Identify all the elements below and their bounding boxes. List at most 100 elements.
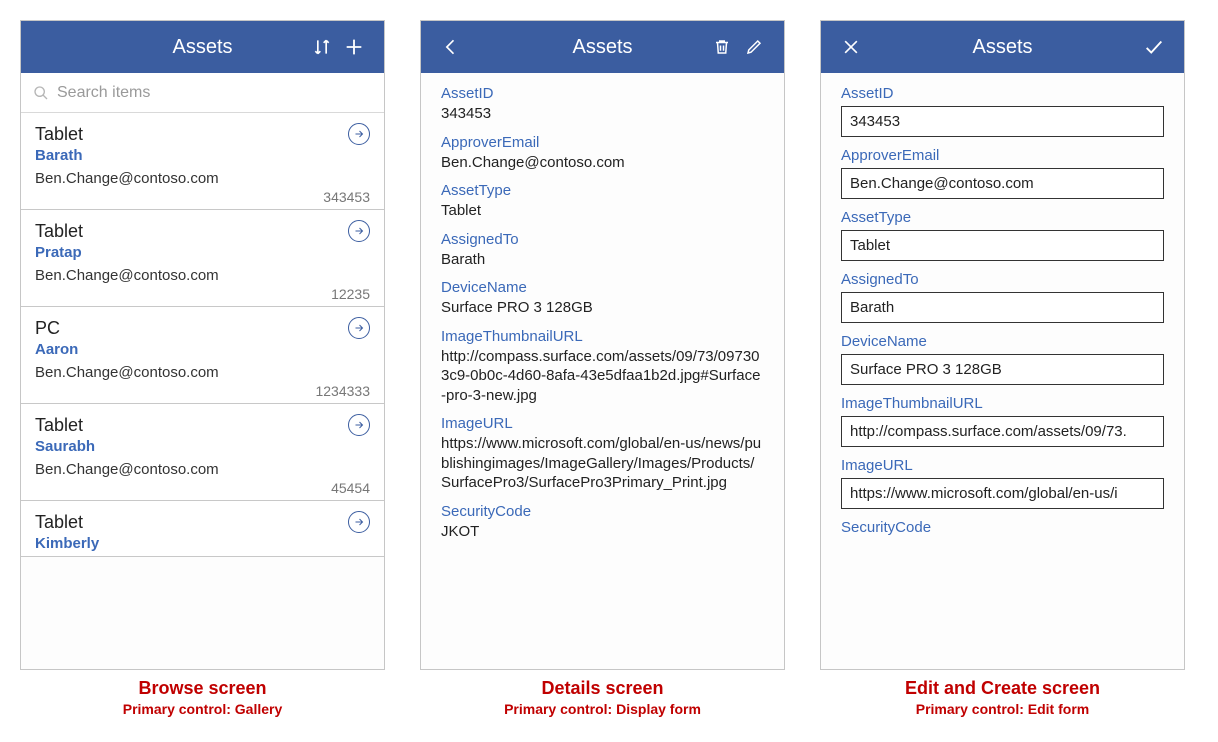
item-assigned: Kimberly bbox=[35, 535, 370, 552]
caption-title: Details screen bbox=[504, 678, 701, 699]
item-id: 343453 bbox=[35, 189, 370, 205]
field-label: AssetType bbox=[841, 209, 1164, 226]
details-screen: Assets AssetID 343453 ApproverEmail Ben.… bbox=[420, 20, 785, 670]
approveremail-input[interactable] bbox=[841, 168, 1164, 199]
field-label: DeviceName bbox=[441, 279, 764, 296]
field-value: http://compass.surface.com/assets/09/73/… bbox=[441, 347, 764, 406]
edit-title: Assets bbox=[867, 36, 1138, 59]
item-type: Tablet bbox=[35, 124, 83, 145]
caption-title: Browse screen bbox=[123, 678, 283, 699]
caption-title: Edit and Create screen bbox=[905, 678, 1100, 699]
list-item[interactable]: Tablet Kimberly bbox=[21, 501, 384, 557]
item-type: PC bbox=[35, 318, 60, 339]
item-assigned: Pratap bbox=[35, 244, 370, 261]
cancel-icon[interactable] bbox=[835, 31, 867, 63]
edit-form: AssetID ApproverEmail AssetType Assigned… bbox=[821, 73, 1184, 669]
search-icon bbox=[33, 85, 49, 101]
imageurl-input[interactable] bbox=[841, 478, 1164, 509]
edit-field: ImageURL bbox=[841, 457, 1164, 509]
field-value: https://www.microsoft.com/global/en-us/n… bbox=[441, 434, 764, 493]
search-bar[interactable] bbox=[21, 73, 384, 113]
devicename-input[interactable] bbox=[841, 354, 1164, 385]
field-label: AssetType bbox=[441, 182, 764, 199]
edit-field: AssetID bbox=[841, 85, 1164, 137]
detail-field: ApproverEmail Ben.Change@contoso.com bbox=[441, 134, 764, 173]
list-item[interactable]: Tablet Saurabh Ben.Change@contoso.com 45… bbox=[21, 404, 384, 501]
field-label: ImageThumbnailURL bbox=[441, 328, 764, 345]
detail-field: AssetID 343453 bbox=[441, 85, 764, 124]
edit-field: DeviceName bbox=[841, 333, 1164, 385]
detail-field: AssetType Tablet bbox=[441, 182, 764, 221]
browse-caption: Browse screen Primary control: Gallery bbox=[123, 678, 283, 717]
edit-screen: Assets AssetID ApproverEmail AssetType A… bbox=[820, 20, 1185, 670]
item-assigned: Aaron bbox=[35, 341, 370, 358]
arrow-right-icon[interactable] bbox=[348, 511, 370, 533]
caption-sub: Primary control: Display form bbox=[504, 701, 701, 717]
display-form: AssetID 343453 ApproverEmail Ben.Change@… bbox=[421, 73, 784, 669]
delete-icon[interactable] bbox=[706, 31, 738, 63]
detail-field: ImageThumbnailURL http://compass.surface… bbox=[441, 328, 764, 406]
assetid-input[interactable] bbox=[841, 106, 1164, 137]
field-value: Barath bbox=[441, 250, 764, 270]
field-value: Surface PRO 3 128GB bbox=[441, 298, 764, 318]
field-value: 343453 bbox=[441, 104, 764, 124]
details-header: Assets bbox=[421, 21, 784, 73]
browse-title: Assets bbox=[99, 36, 306, 59]
edit-field: AssignedTo bbox=[841, 271, 1164, 323]
browse-header: Assets bbox=[21, 21, 384, 73]
add-icon[interactable] bbox=[338, 31, 370, 63]
list-item[interactable]: Tablet Pratap Ben.Change@contoso.com 122… bbox=[21, 210, 384, 307]
detail-field: ImageURL https://www.microsoft.com/globa… bbox=[441, 415, 764, 493]
item-id: 45454 bbox=[35, 480, 370, 496]
search-input[interactable] bbox=[57, 84, 372, 102]
caption-sub: Primary control: Gallery bbox=[123, 701, 283, 717]
sort-icon[interactable] bbox=[306, 31, 338, 63]
list-item[interactable]: Tablet Barath Ben.Change@contoso.com 343… bbox=[21, 113, 384, 210]
field-label: ImageURL bbox=[441, 415, 764, 432]
arrow-right-icon[interactable] bbox=[348, 317, 370, 339]
field-label: ApproverEmail bbox=[841, 147, 1164, 164]
field-value: JKOT bbox=[441, 522, 764, 542]
item-id: 12235 bbox=[35, 286, 370, 302]
field-label: ImageThumbnailURL bbox=[841, 395, 1164, 412]
detail-field: AssignedTo Barath bbox=[441, 231, 764, 270]
imagethumbnail-input[interactable] bbox=[841, 416, 1164, 447]
field-label: SecurityCode bbox=[841, 519, 1164, 536]
arrow-right-icon[interactable] bbox=[348, 220, 370, 242]
item-type: Tablet bbox=[35, 512, 83, 533]
assettype-input[interactable] bbox=[841, 230, 1164, 261]
accept-icon[interactable] bbox=[1138, 31, 1170, 63]
edit-header: Assets bbox=[821, 21, 1184, 73]
item-assigned: Barath bbox=[35, 147, 370, 164]
item-type: Tablet bbox=[35, 415, 83, 436]
item-assigned: Saurabh bbox=[35, 438, 370, 455]
assignedto-input[interactable] bbox=[841, 292, 1164, 323]
details-caption: Details screen Primary control: Display … bbox=[504, 678, 701, 717]
field-label: AssetID bbox=[441, 85, 764, 102]
item-email: Ben.Change@contoso.com bbox=[35, 461, 370, 478]
item-email: Ben.Change@contoso.com bbox=[35, 364, 370, 381]
item-email: Ben.Change@contoso.com bbox=[35, 267, 370, 284]
field-label: DeviceName bbox=[841, 333, 1164, 350]
detail-field: SecurityCode JKOT bbox=[441, 503, 764, 542]
edit-field: ImageThumbnailURL bbox=[841, 395, 1164, 447]
field-label: AssignedTo bbox=[441, 231, 764, 248]
field-label: ApproverEmail bbox=[441, 134, 764, 151]
field-label: AssignedTo bbox=[841, 271, 1164, 288]
back-icon[interactable] bbox=[435, 31, 467, 63]
field-value: Ben.Change@contoso.com bbox=[441, 153, 764, 173]
item-type: Tablet bbox=[35, 221, 83, 242]
details-title: Assets bbox=[499, 36, 706, 59]
field-value: Tablet bbox=[441, 201, 764, 221]
arrow-right-icon[interactable] bbox=[348, 123, 370, 145]
edit-field: AssetType bbox=[841, 209, 1164, 261]
item-email: Ben.Change@contoso.com bbox=[35, 170, 370, 187]
edit-field: ApproverEmail bbox=[841, 147, 1164, 199]
edit-icon[interactable] bbox=[738, 31, 770, 63]
caption-sub: Primary control: Edit form bbox=[905, 701, 1100, 717]
gallery: Tablet Barath Ben.Change@contoso.com 343… bbox=[21, 113, 384, 669]
list-item[interactable]: PC Aaron Ben.Change@contoso.com 1234333 bbox=[21, 307, 384, 404]
field-label: AssetID bbox=[841, 85, 1164, 102]
arrow-right-icon[interactable] bbox=[348, 414, 370, 436]
browse-screen: Assets Tablet Barath Ben.Change@contoso.… bbox=[20, 20, 385, 670]
